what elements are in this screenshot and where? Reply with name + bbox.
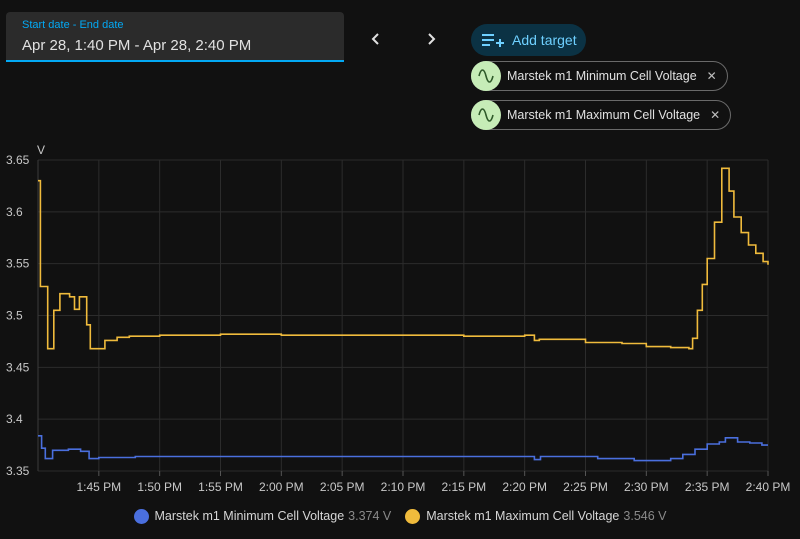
add-target-label: Add target (512, 32, 577, 48)
target-chip-label: Marstek m1 Maximum Cell Voltage (507, 108, 701, 122)
legend-dot (133, 508, 149, 524)
sine-wave-icon (471, 100, 501, 130)
y-tick-label: 3.45 (6, 360, 30, 374)
legend-series-name: Marstek m1 Minimum Cell Voltage (154, 509, 345, 523)
x-tick-label: 2:25 PM (563, 480, 608, 494)
date-range-field[interactable]: Start date - End date Apr 28, 1:40 PM - … (6, 12, 344, 62)
target-chip-min-cell-voltage: Marstek m1 Minimum Cell Voltage ✕ (471, 61, 728, 91)
legend-series-name: Marstek m1 Maximum Cell Voltage (426, 509, 620, 523)
x-tick-label: 2:40 PM (746, 480, 791, 494)
x-tick-label: 1:55 PM (198, 480, 243, 494)
y-tick-label: 3.65 (6, 153, 30, 167)
x-tick-label: 2:15 PM (441, 480, 486, 494)
target-chip-label: Marstek m1 Minimum Cell Voltage (507, 69, 697, 83)
x-tick-label: 1:45 PM (76, 480, 121, 494)
x-tick-label: 2:00 PM (259, 480, 304, 494)
chart-legend: Marstek m1 Minimum Cell Voltage 3.374 V … (0, 507, 800, 525)
x-tick-label: 2:30 PM (624, 480, 669, 494)
close-icon[interactable]: ✕ (707, 69, 717, 83)
sine-wave-icon (471, 61, 501, 91)
legend-series-value: 3.374 V (348, 509, 392, 523)
voltage-history-chart: 3.35 3.4 3.45 3.5 3.55 3.6 3.65 V 1:45 PM 1:50 PM… (6, 143, 791, 494)
y-tick-label: 3.6 (6, 205, 23, 219)
chevron-right-icon (428, 33, 436, 45)
y-axis-label: V (37, 143, 45, 157)
close-icon[interactable]: ✕ (710, 108, 720, 122)
playlist-plus-icon (482, 34, 504, 47)
date-range-label: Start date - End date (22, 19, 124, 31)
x-tick-label: 2:10 PM (381, 480, 426, 494)
add-target-button[interactable]: Add target (471, 24, 586, 56)
chevron-left-icon (371, 33, 379, 45)
date-range-value: Apr 28, 1:40 PM - Apr 28, 2:40 PM (22, 37, 252, 54)
x-tick-label: 2:20 PM (502, 480, 547, 494)
y-tick-label: 3.35 (6, 464, 30, 478)
x-tick-label: 2:35 PM (685, 480, 730, 494)
y-tick-label: 3.55 (6, 257, 30, 271)
x-tick-label: 2:05 PM (320, 480, 365, 494)
y-tick-label: 3.4 (6, 412, 23, 426)
legend-dot (405, 508, 421, 524)
legend-series-value: 3.546 V (623, 509, 667, 523)
x-tick-label: 1:50 PM (137, 480, 182, 494)
legend-item-max-cell-voltage[interactable]: Marstek m1 Maximum Cell Voltage 3.546 V (405, 508, 667, 524)
legend-item-min-cell-voltage[interactable]: Marstek m1 Minimum Cell Voltage 3.374 V (133, 508, 392, 524)
target-chip-max-cell-voltage: Marstek m1 Maximum Cell Voltage ✕ (471, 100, 732, 130)
y-tick-label: 3.5 (6, 309, 23, 323)
next-period-button[interactable] (416, 24, 446, 54)
previous-period-button[interactable] (361, 24, 391, 54)
